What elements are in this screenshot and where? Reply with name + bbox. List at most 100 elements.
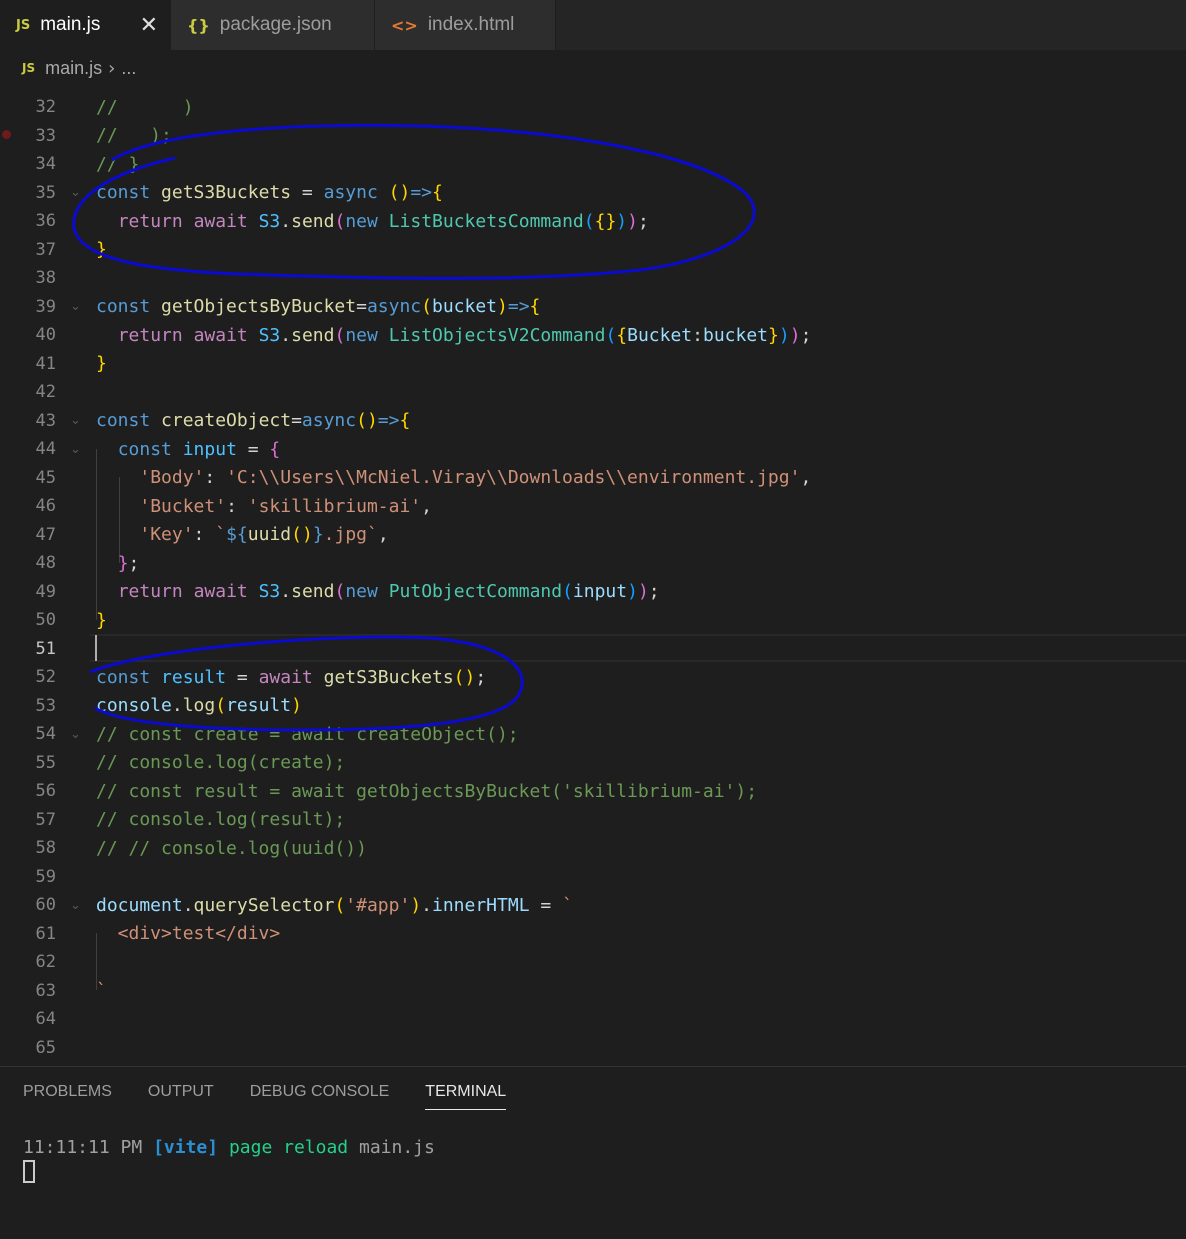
code-line[interactable]: 61 <div>test</div>: [0, 920, 1186, 949]
code-text: return await S3.send(new PutObjectComman…: [117, 581, 660, 603]
fold-chevron-icon[interactable]: ⌄: [70, 299, 81, 314]
terminal-cursor[interactable]: [23, 1160, 35, 1183]
code-line[interactable]: 57 // console.log(result);: [0, 806, 1186, 835]
line-number: 48: [35, 553, 56, 574]
line-number: 33: [35, 125, 56, 146]
code-line[interactable]: 36 return await S3.send(new ListBucketsC…: [0, 207, 1186, 236]
code-line[interactable]: 64: [0, 1005, 1186, 1034]
line-number: 59: [35, 866, 56, 887]
code-line[interactable]: 60 ⌄ document.querySelector('#app').innerH…: [0, 891, 1186, 920]
code-line[interactable]: 62: [0, 948, 1186, 977]
code-line[interactable]: 38: [0, 264, 1186, 293]
breadcrumb-file[interactable]: main.js: [45, 58, 102, 79]
terminal-message: page reload: [228, 1137, 349, 1158]
code-text: <div>test</div>: [96, 923, 281, 945]
code-line[interactable]: 47 'Key': `${uuid()}.jpg`,: [0, 521, 1186, 550]
code-text: // );: [96, 125, 172, 147]
code-text: // console.log(result);: [96, 809, 346, 831]
terminal-vite-tag: [vite]: [153, 1137, 219, 1158]
line-number: 42: [35, 382, 56, 403]
line-number: 52: [35, 667, 56, 688]
code-line[interactable]: 33 // );: [0, 122, 1186, 151]
code-line[interactable]: 52 const result = await getS3Buckets();: [0, 663, 1186, 692]
code-text: // console.log(create);: [96, 752, 346, 774]
javascript-file-icon: JS: [16, 17, 31, 33]
code-text: const createObject=async()=>{: [96, 410, 411, 432]
code-line[interactable]: 46 'Bucket': 'skillibrium-ai',: [0, 492, 1186, 521]
fold-chevron-icon[interactable]: ⌄: [70, 727, 81, 742]
tab-label: main.js: [40, 14, 101, 35]
code-line[interactable]: 50}: [0, 606, 1186, 635]
code-text: // const result = await getObjectsByBuck…: [96, 780, 758, 802]
panel-tabs: PROBLEMS OUTPUT DEBUG CONSOLE TERMINAL: [23, 1083, 542, 1110]
code-text: const result = await getS3Buckets();: [96, 666, 487, 688]
tab-debug-console[interactable]: DEBUG CONSOLE: [250, 1083, 390, 1110]
line-number: 41: [35, 353, 56, 374]
fold-chevron-icon[interactable]: ⌄: [70, 413, 81, 428]
line-number: 57: [35, 809, 56, 830]
editor-tab-bar: JS main.js ✕ {} package.json <> index.ht…: [0, 0, 1186, 50]
line-number: 50: [35, 610, 56, 631]
code-line[interactable]: 44 ⌄ const input = {: [0, 435, 1186, 464]
json-file-icon: {}: [187, 15, 210, 35]
tab-problems[interactable]: PROBLEMS: [23, 1083, 112, 1110]
code-line[interactable]: 35 ⌄ const getS3Buckets = async ()=>{: [0, 179, 1186, 208]
tab-main-js[interactable]: JS main.js ✕: [0, 0, 171, 50]
code-editor[interactable]: 32 // ) 33 // ); 34 // } 35 ⌄ const getS3Buckets…: [0, 78, 1186, 1066]
code-text: };: [117, 552, 140, 574]
code-line[interactable]: 43 ⌄ const createObject=async()=>{: [0, 407, 1186, 436]
code-line[interactable]: 49 return await S3.send(new PutObjectCom…: [0, 578, 1186, 607]
code-line[interactable]: 40 return await S3.send(new ListObjectsV…: [0, 321, 1186, 350]
tab-label: package.json: [219, 14, 332, 35]
line-number: 43: [35, 410, 56, 431]
line-number: 53: [35, 695, 56, 716]
code-line[interactable]: 63 `: [0, 977, 1186, 1006]
tab-package-json[interactable]: {} package.json: [171, 0, 375, 50]
code-text: `: [96, 980, 107, 1002]
terminal-file: main.js: [359, 1137, 435, 1158]
code-line[interactable]: 53 console.log(result): [0, 692, 1186, 721]
line-number: 47: [35, 524, 56, 545]
line-number: 64: [35, 1009, 56, 1030]
code-line[interactable]: 51: [0, 635, 1186, 664]
code-text: // const create = await createObject();: [96, 723, 519, 745]
tab-output[interactable]: OUTPUT: [148, 1083, 214, 1110]
code-text: 'Bucket': 'skillibrium-ai',: [139, 495, 432, 517]
code-line[interactable]: 32 // ): [0, 93, 1186, 122]
code-line[interactable]: 39 ⌄ const getObjectsByBucket=async(bucket…: [0, 293, 1186, 322]
fold-chevron-icon[interactable]: ⌄: [70, 898, 81, 913]
line-number: 44: [35, 439, 56, 460]
bottom-panel: PROBLEMS OUTPUT DEBUG CONSOLE TERMINAL 1…: [0, 1066, 1186, 1239]
line-number: 54: [35, 724, 56, 745]
line-number: 60: [35, 895, 56, 916]
code-text: }: [96, 609, 107, 631]
line-number: 34: [35, 154, 56, 175]
line-number: 37: [35, 239, 56, 260]
tab-terminal[interactable]: TERMINAL: [425, 1083, 507, 1110]
code-text: console.log(result): [96, 695, 302, 717]
code-text: }: [96, 353, 107, 375]
line-number: 39: [35, 296, 56, 317]
code-line[interactable]: 42: [0, 378, 1186, 407]
code-line[interactable]: 41}: [0, 350, 1186, 379]
line-number: 36: [35, 211, 56, 232]
fold-chevron-icon[interactable]: ⌄: [70, 185, 81, 200]
close-icon[interactable]: ✕: [140, 13, 158, 38]
code-line[interactable]: 54 ⌄ // const create = await createObject(…: [0, 720, 1186, 749]
code-line[interactable]: 65: [0, 1034, 1186, 1063]
code-text: document.querySelector('#app').innerHTML…: [96, 894, 573, 916]
code-line[interactable]: 37}: [0, 236, 1186, 265]
code-line[interactable]: 55 // console.log(create);: [0, 749, 1186, 778]
tab-index-html[interactable]: <> index.html: [375, 0, 556, 50]
line-number: 40: [35, 325, 56, 346]
line-number: 63: [35, 980, 56, 1001]
fold-chevron-icon[interactable]: ⌄: [70, 442, 81, 457]
code-line[interactable]: 56 // const result = await getObjectsByBu…: [0, 777, 1186, 806]
breadcrumb-more[interactable]: ...: [121, 58, 136, 79]
line-number: 56: [35, 781, 56, 802]
code-line[interactable]: 34 // }: [0, 150, 1186, 179]
code-line[interactable]: 58 // // console.log(uuid()): [0, 834, 1186, 863]
code-line[interactable]: 59: [0, 863, 1186, 892]
code-line[interactable]: 45 'Body': 'C:\\Users\\McNiel.Viray\\Dow…: [0, 464, 1186, 493]
code-line[interactable]: 48 };: [0, 549, 1186, 578]
